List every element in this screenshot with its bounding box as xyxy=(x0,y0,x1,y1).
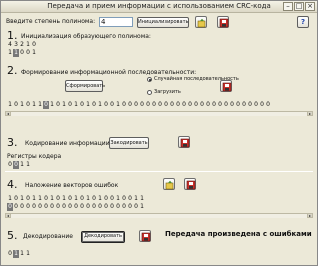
section5-title: Декодирование xyxy=(23,233,73,240)
generate-button[interactable]: Сформировать xyxy=(65,80,105,92)
encode-button[interactable]: Закодировать xyxy=(109,137,149,149)
register-cell: 1 xyxy=(26,161,30,168)
main-window: Передача и прием информации с использова… xyxy=(0,0,318,266)
bit-cell[interactable]: 1 xyxy=(139,195,145,203)
save-icon-button[interactable] xyxy=(217,16,229,28)
exponents-row: 4 3 2 1 0 xyxy=(7,41,37,49)
save-icon xyxy=(186,180,196,190)
load-icon xyxy=(197,18,206,28)
error-vector-scrollbar[interactable]: ◂ ▸ xyxy=(5,213,313,218)
bit-cell[interactable]: 0 xyxy=(265,101,271,109)
degree-input[interactable]: 4 xyxy=(99,17,133,27)
section2-title: Формирование информационной последовател… xyxy=(21,69,197,76)
window-title: Передача и прием информации с использова… xyxy=(47,2,271,10)
info-bits-scrollbar[interactable]: ◂ ▸ xyxy=(5,111,313,116)
coefficient-cell[interactable]: 1 xyxy=(31,49,37,57)
section4-save-button[interactable] xyxy=(184,178,196,190)
section1-title: Инициализация образующего полинома: xyxy=(21,33,151,40)
section4-load-button[interactable] xyxy=(163,178,175,190)
window-controls: – □ × xyxy=(283,2,315,11)
decoder-registers: 0 1 1 1 xyxy=(7,250,31,258)
radio-dot xyxy=(147,89,152,95)
scroll-left-icon[interactable]: ◂ xyxy=(5,111,11,116)
scroll-right-icon[interactable]: ▸ xyxy=(307,213,313,218)
error-vector-row2: 00000000000000000000001 xyxy=(7,203,145,211)
section4-number: 4. xyxy=(7,178,18,191)
close-button[interactable]: × xyxy=(305,2,315,11)
register-cell: 1 xyxy=(26,250,30,257)
registers-label: Регистры кодера xyxy=(7,153,62,160)
decode-button[interactable]: Декодировать xyxy=(81,231,125,243)
info-bits-row: 1010110101010101001000000000000000000000… xyxy=(7,101,271,109)
radio-load-label: Загрузить xyxy=(154,89,181,95)
error-vector-row1: 10101101010101010010011 xyxy=(7,195,145,203)
maximize-button[interactable]: □ xyxy=(294,2,304,11)
load-icon-button[interactable] xyxy=(195,16,207,28)
section2-save-button[interactable] xyxy=(220,80,232,92)
section3-number: 3. xyxy=(7,136,18,149)
radio-load[interactable]: Загрузить xyxy=(147,89,181,95)
section3-title: Кодирование информации xyxy=(25,140,110,147)
section-divider xyxy=(5,171,313,172)
section1-number: 1. xyxy=(7,29,18,42)
init-button[interactable]: Инициализировать xyxy=(137,17,189,28)
degree-label: Введите степень полинома: xyxy=(6,18,96,25)
section2-number: 2. xyxy=(7,64,18,77)
scroll-left-icon[interactable]: ◂ xyxy=(5,213,11,218)
section4-title: Наложение векторов ошибок xyxy=(25,182,119,189)
minimize-button[interactable]: – xyxy=(283,2,293,11)
scroll-right-icon[interactable]: ▸ xyxy=(307,111,313,116)
save-icon xyxy=(219,18,229,28)
bit-cell[interactable]: 1 xyxy=(139,203,145,211)
title-bar: Передача и прием информации с использова… xyxy=(1,1,317,13)
load-icon xyxy=(165,180,174,190)
section5-save-button[interactable] xyxy=(139,230,151,242)
save-icon xyxy=(180,138,190,148)
save-icon xyxy=(222,82,232,92)
radio-dot xyxy=(147,76,152,82)
decode-result-text: Передача произведена с ошибками xyxy=(165,230,312,238)
exponent-cell: 0 xyxy=(32,41,36,48)
section3-save-button[interactable] xyxy=(178,136,190,148)
coefficients-row: 1 1 0 0 1 xyxy=(7,49,37,57)
section5-number: 5. xyxy=(7,229,18,242)
encoder-registers: 0 0 1 1 xyxy=(7,161,31,169)
save-icon xyxy=(141,232,151,242)
help-button[interactable]: ? xyxy=(297,16,309,28)
